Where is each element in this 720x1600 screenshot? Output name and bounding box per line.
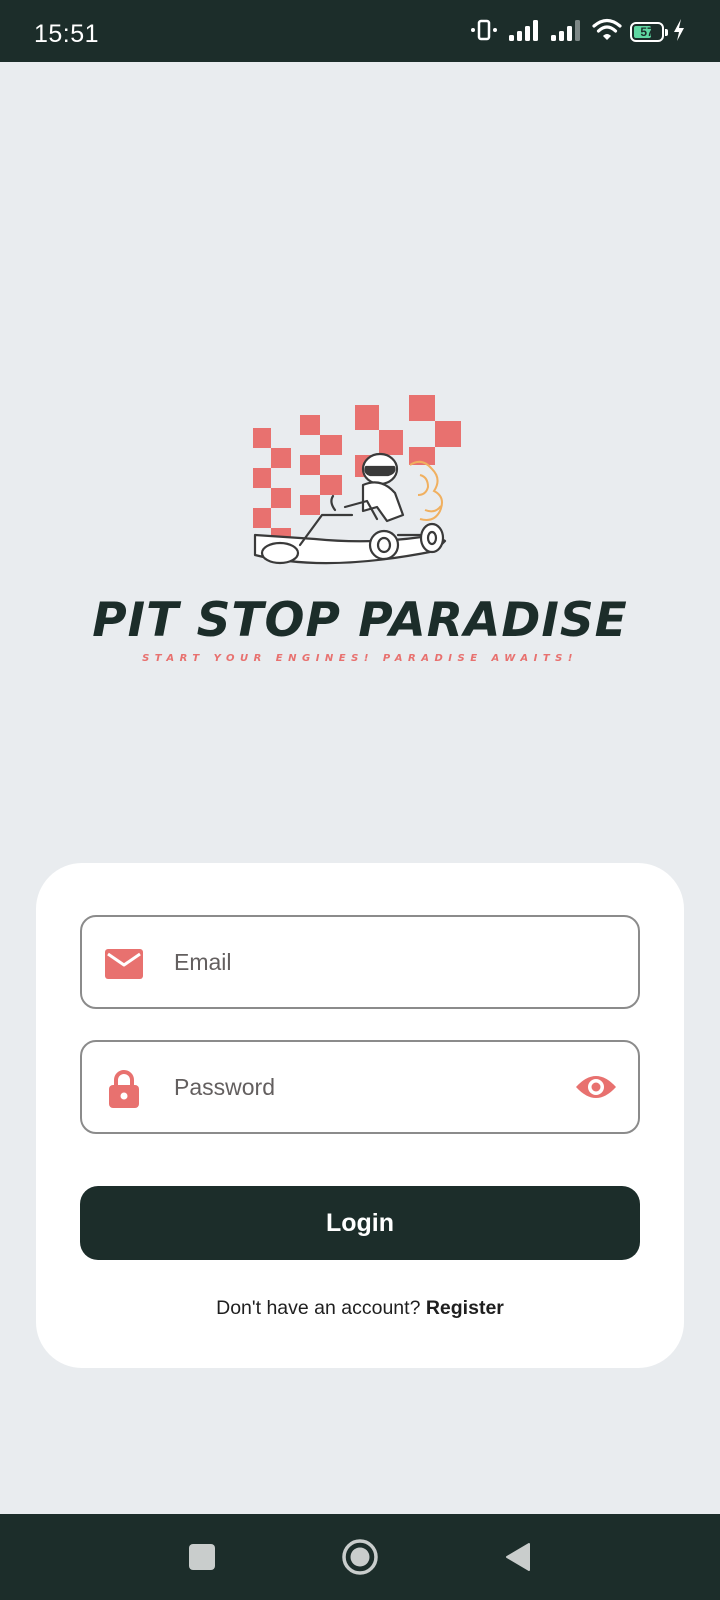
- status-bar: 15:51 57: [0, 0, 720, 62]
- vibrate-icon: [468, 18, 500, 47]
- lock-icon: [104, 1069, 144, 1109]
- wifi-icon: [592, 18, 622, 47]
- triangle-back-icon[interactable]: [478, 1514, 558, 1600]
- status-time: 15:51: [34, 20, 100, 48]
- circle-icon[interactable]: [320, 1514, 400, 1600]
- battery-level: 57: [640, 25, 654, 39]
- email-input[interactable]: [174, 917, 554, 1007]
- register-prompt: Don't have an account?: [216, 1297, 421, 1319]
- battery-cap: [665, 29, 668, 36]
- brand-title: PIT STOP PARADISE: [92, 593, 628, 648]
- register-line: Don't have an account? Register: [36, 1297, 684, 1320]
- brand-logo: PIT STOP PARADISE START YOUR ENGINES! PA…: [0, 395, 720, 685]
- battery-icon: 57: [630, 22, 668, 42]
- email-field[interactable]: [80, 915, 640, 1009]
- status-icons: 57: [468, 17, 686, 47]
- square-icon[interactable]: [162, 1514, 242, 1600]
- system-nav-bar: [0, 1514, 720, 1600]
- brand-tagline: START YOUR ENGINES! PARADISE AWAITS!: [142, 653, 578, 664]
- register-link[interactable]: Register: [426, 1297, 504, 1319]
- charging-icon: [672, 18, 686, 47]
- login-button[interactable]: Login: [80, 1186, 640, 1260]
- signal-icon: [550, 18, 584, 47]
- checkered-flag-go-kart-logo: [253, 395, 461, 565]
- password-field[interactable]: [80, 1040, 640, 1134]
- login-card: Login Don't have an account? Register: [36, 863, 684, 1368]
- mail-icon: [104, 944, 144, 984]
- signal-icon: [508, 18, 542, 47]
- eye-icon[interactable]: [574, 1067, 618, 1107]
- password-input[interactable]: [174, 1042, 554, 1132]
